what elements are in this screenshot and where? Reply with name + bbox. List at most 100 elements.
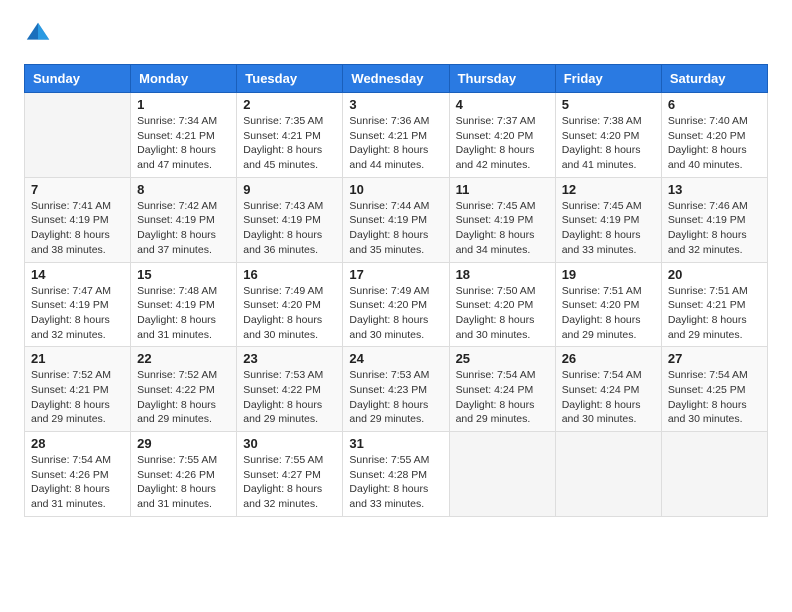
day-number: 4 xyxy=(456,97,549,112)
calendar-cell: 22 Sunrise: 7:52 AM Sunset: 4:22 PM Dayli… xyxy=(131,347,237,432)
day-info: Sunrise: 7:48 AM Sunset: 4:19 PM Dayligh… xyxy=(137,284,230,343)
calendar-cell: 5Sunrise: 7:38 AM Sunset: 4:20 PM Daylig… xyxy=(555,93,661,178)
day-info: Sunrise: 7:51 AM Sunset: 4:21 PM Dayligh… xyxy=(668,284,761,343)
day-number: 25 xyxy=(456,351,549,366)
calendar-cell: 23Sunrise: 7:53 AM Sunset: 4:22 PM Dayli… xyxy=(237,347,343,432)
day-number: 1 xyxy=(137,97,230,112)
day-info: Sunrise: 7:45 AM Sunset: 4:19 PM Dayligh… xyxy=(456,199,549,258)
day-info: Sunrise: 7:35 AM Sunset: 4:21 PM Dayligh… xyxy=(243,114,336,173)
day-number: 8 xyxy=(137,182,230,197)
calendar-cell: 12 Sunrise: 7:45 AM Sunset: 4:19 PM Dayli… xyxy=(555,177,661,262)
logo-icon xyxy=(24,20,52,48)
calendar-cell: 15 Sunrise: 7:48 AM Sunset: 4:19 PM Dayli… xyxy=(131,262,237,347)
day-number: 24 xyxy=(349,351,442,366)
calendar-cell: 3 Sunrise: 7:36 AM Sunset: 4:21 PM Daylig… xyxy=(343,93,449,178)
day-info: Sunrise: 7:49 AM Sunset: 4:20 PM Dayligh… xyxy=(349,284,442,343)
weekday-header-sunday: Sunday xyxy=(25,65,131,93)
day-number: 5 xyxy=(562,97,655,112)
calendar-cell: 2 Sunrise: 7:35 AM Sunset: 4:21 PM Daylig… xyxy=(237,93,343,178)
day-number: 29 xyxy=(137,436,230,451)
calendar-cell: 7 Sunrise: 7:41 AM Sunset: 4:19 PM Daylig… xyxy=(25,177,131,262)
calendar-cell: 29 Sunrise: 7:55 AM Sunset: 4:26 PM Dayli… xyxy=(131,432,237,517)
day-number: 19 xyxy=(562,267,655,282)
day-info: Sunrise: 7:53 AM Sunset: 4:23 PM Dayligh… xyxy=(349,368,442,427)
day-info: Sunrise: 7:34 AM Sunset: 4:21 PM Dayligh… xyxy=(137,114,230,173)
header xyxy=(24,20,768,48)
week-row-0: 1 Sunrise: 7:34 AM Sunset: 4:21 PM Daylig… xyxy=(25,93,768,178)
day-info: Sunrise: 7:43 AM Sunset: 4:19 PM Dayligh… xyxy=(243,199,336,258)
calendar-cell: 18Sunrise: 7:50 AM Sunset: 4:20 PM Dayli… xyxy=(449,262,555,347)
weekday-header-thursday: Thursday xyxy=(449,65,555,93)
weekday-header-saturday: Saturday xyxy=(661,65,767,93)
day-number: 15 xyxy=(137,267,230,282)
day-number: 9 xyxy=(243,182,336,197)
day-info: Sunrise: 7:55 AM Sunset: 4:28 PM Dayligh… xyxy=(349,453,442,512)
day-info: Sunrise: 7:36 AM Sunset: 4:21 PM Dayligh… xyxy=(349,114,442,173)
calendar-cell: 30Sunrise: 7:55 AM Sunset: 4:27 PM Dayli… xyxy=(237,432,343,517)
day-info: Sunrise: 7:41 AM Sunset: 4:19 PM Dayligh… xyxy=(31,199,124,258)
day-info: Sunrise: 7:46 AM Sunset: 4:19 PM Dayligh… xyxy=(668,199,761,258)
calendar-cell: 27 Sunrise: 7:54 AM Sunset: 4:25 PM Dayli… xyxy=(661,347,767,432)
calendar-cell: 19 Sunrise: 7:51 AM Sunset: 4:20 PM Dayli… xyxy=(555,262,661,347)
calendar-cell: 31 Sunrise: 7:55 AM Sunset: 4:28 PM Dayli… xyxy=(343,432,449,517)
calendar-cell: 21Sunrise: 7:52 AM Sunset: 4:21 PM Dayli… xyxy=(25,347,131,432)
day-info: Sunrise: 7:44 AM Sunset: 4:19 PM Dayligh… xyxy=(349,199,442,258)
calendar-cell: 13Sunrise: 7:46 AM Sunset: 4:19 PM Dayli… xyxy=(661,177,767,262)
day-number: 21 xyxy=(31,351,124,366)
calendar-cell: 14Sunrise: 7:47 AM Sunset: 4:19 PM Dayli… xyxy=(25,262,131,347)
calendar-cell: 1 Sunrise: 7:34 AM Sunset: 4:21 PM Daylig… xyxy=(131,93,237,178)
day-info: Sunrise: 7:51 AM Sunset: 4:20 PM Dayligh… xyxy=(562,284,655,343)
day-info: Sunrise: 7:40 AM Sunset: 4:20 PM Dayligh… xyxy=(668,114,761,173)
calendar-cell: 16 Sunrise: 7:49 AM Sunset: 4:20 PM Dayli… xyxy=(237,262,343,347)
day-number: 11 xyxy=(456,182,549,197)
calendar-cell xyxy=(25,93,131,178)
day-number: 3 xyxy=(349,97,442,112)
calendar-cell xyxy=(661,432,767,517)
day-number: 26 xyxy=(562,351,655,366)
calendar-cell: 10 Sunrise: 7:44 AM Sunset: 4:19 PM Dayli… xyxy=(343,177,449,262)
day-info: Sunrise: 7:54 AM Sunset: 4:24 PM Dayligh… xyxy=(456,368,549,427)
calendar-cell: 17 Sunrise: 7:49 AM Sunset: 4:20 PM Dayli… xyxy=(343,262,449,347)
calendar-cell: 6 Sunrise: 7:40 AM Sunset: 4:20 PM Daylig… xyxy=(661,93,767,178)
calendar-table: SundayMondayTuesdayWednesdayThursdayFrid… xyxy=(24,64,768,517)
day-info: Sunrise: 7:37 AM Sunset: 4:20 PM Dayligh… xyxy=(456,114,549,173)
calendar-cell: 11 Sunrise: 7:45 AM Sunset: 4:19 PM Dayli… xyxy=(449,177,555,262)
day-info: Sunrise: 7:55 AM Sunset: 4:26 PM Dayligh… xyxy=(137,453,230,512)
day-number: 16 xyxy=(243,267,336,282)
weekday-header-row: SundayMondayTuesdayWednesdayThursdayFrid… xyxy=(25,65,768,93)
day-number: 7 xyxy=(31,182,124,197)
weekday-header-monday: Monday xyxy=(131,65,237,93)
day-number: 31 xyxy=(349,436,442,451)
calendar-cell xyxy=(449,432,555,517)
day-info: Sunrise: 7:55 AM Sunset: 4:27 PM Dayligh… xyxy=(243,453,336,512)
weekday-header-friday: Friday xyxy=(555,65,661,93)
calendar-cell: 4 Sunrise: 7:37 AM Sunset: 4:20 PM Daylig… xyxy=(449,93,555,178)
day-info: Sunrise: 7:54 AM Sunset: 4:24 PM Dayligh… xyxy=(562,368,655,427)
day-info: Sunrise: 7:45 AM Sunset: 4:19 PM Dayligh… xyxy=(562,199,655,258)
day-number: 27 xyxy=(668,351,761,366)
week-row-3: 21Sunrise: 7:52 AM Sunset: 4:21 PM Dayli… xyxy=(25,347,768,432)
day-number: 10 xyxy=(349,182,442,197)
day-info: Sunrise: 7:50 AM Sunset: 4:20 PM Dayligh… xyxy=(456,284,549,343)
day-number: 6 xyxy=(668,97,761,112)
day-number: 12 xyxy=(562,182,655,197)
day-info: Sunrise: 7:54 AM Sunset: 4:25 PM Dayligh… xyxy=(668,368,761,427)
calendar-cell: 28 Sunrise: 7:54 AM Sunset: 4:26 PM Dayli… xyxy=(25,432,131,517)
day-info: Sunrise: 7:54 AM Sunset: 4:26 PM Dayligh… xyxy=(31,453,124,512)
weekday-header-tuesday: Tuesday xyxy=(237,65,343,93)
day-number: 22 xyxy=(137,351,230,366)
weekday-header-wednesday: Wednesday xyxy=(343,65,449,93)
calendar-cell: 24 Sunrise: 7:53 AM Sunset: 4:23 PM Dayli… xyxy=(343,347,449,432)
day-info: Sunrise: 7:49 AM Sunset: 4:20 PM Dayligh… xyxy=(243,284,336,343)
day-number: 17 xyxy=(349,267,442,282)
calendar-cell xyxy=(555,432,661,517)
week-row-2: 14Sunrise: 7:47 AM Sunset: 4:19 PM Dayli… xyxy=(25,262,768,347)
day-number: 14 xyxy=(31,267,124,282)
day-number: 28 xyxy=(31,436,124,451)
calendar-cell: 26 Sunrise: 7:54 AM Sunset: 4:24 PM Dayli… xyxy=(555,347,661,432)
day-info: Sunrise: 7:52 AM Sunset: 4:22 PM Dayligh… xyxy=(137,368,230,427)
calendar-cell: 8Sunrise: 7:42 AM Sunset: 4:19 PM Daylig… xyxy=(131,177,237,262)
day-number: 20 xyxy=(668,267,761,282)
day-number: 2 xyxy=(243,97,336,112)
calendar-cell: 9 Sunrise: 7:43 AM Sunset: 4:19 PM Daylig… xyxy=(237,177,343,262)
